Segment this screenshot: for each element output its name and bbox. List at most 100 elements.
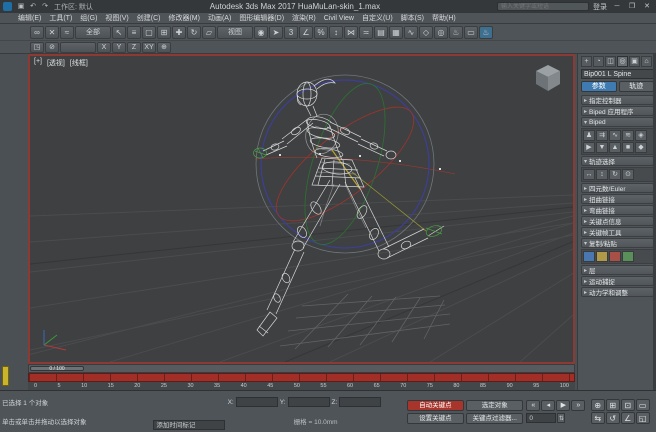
move-pivot-button[interactable]: ◆: [635, 142, 647, 153]
selection-lock-icon[interactable]: ⊘: [45, 42, 59, 53]
tab-hierarchy[interactable]: ◫: [605, 56, 616, 67]
time-slider-handle[interactable]: 0 / 100: [30, 366, 84, 371]
rendered-frame-icon[interactable]: ▭: [464, 26, 478, 39]
key-filters-button[interactable]: 关键点过滤器...: [466, 413, 523, 424]
time-tag-field[interactable]: 添加时间标记: [153, 420, 224, 430]
named-selection-sets-dropdown[interactable]: [60, 42, 96, 53]
zoom-icon[interactable]: ⊕: [591, 399, 605, 411]
schematic-view-icon[interactable]: ◇: [419, 26, 433, 39]
axis-constraint-z-icon[interactable]: Z: [127, 42, 141, 53]
auto-key-button[interactable]: 自动关键点: [407, 400, 464, 411]
layer-manager-icon[interactable]: ▤: [374, 26, 388, 39]
render-setup-icon[interactable]: ♨: [449, 26, 463, 39]
coordinate-y-field[interactable]: [288, 397, 330, 407]
undo-icon[interactable]: ↶: [28, 2, 38, 12]
window-crossing-icon[interactable]: ⊞: [157, 26, 171, 39]
frame-spinner[interactable]: ⇅: [557, 413, 565, 423]
rollout-quaternion-euler[interactable]: ▸四元数/Euler: [581, 183, 654, 193]
graphite-ribbon-icon[interactable]: ▦: [389, 26, 403, 39]
motion-flow-mode-button[interactable]: ∿: [609, 130, 621, 141]
copy-collection-button[interactable]: [583, 251, 595, 262]
paste-posture-button[interactable]: [609, 251, 621, 262]
load-file-button[interactable]: ▼: [596, 142, 608, 153]
select-and-scale-icon[interactable]: ▱: [202, 26, 216, 39]
select-and-manipulate-icon[interactable]: ➤: [269, 26, 283, 39]
menu-item[interactable]: 动画(A): [204, 13, 235, 23]
material-editor-icon[interactable]: ◎: [434, 26, 448, 39]
select-and-link-icon[interactable]: ∞: [30, 26, 44, 39]
mixer-mode-button[interactable]: ≋: [622, 130, 634, 141]
rollout-key-info[interactable]: ▸关键点信息: [581, 216, 654, 226]
selection-filter-dropdown[interactable]: 全部: [75, 26, 111, 39]
select-and-rotate-icon[interactable]: ↻: [187, 26, 201, 39]
menu-item[interactable]: 视图(V): [101, 13, 132, 23]
snaps-toggle-icon[interactable]: 3: [284, 26, 298, 39]
selected-filter-dropdown[interactable]: 选定对象: [466, 400, 523, 411]
go-to-end-button[interactable]: »: [571, 400, 585, 411]
spinner-snap-icon[interactable]: ↕: [329, 26, 343, 39]
menu-item[interactable]: 修改器(M): [164, 13, 204, 23]
select-by-name-icon[interactable]: ≡: [127, 26, 141, 39]
viewport-canvas[interactable]: [30, 56, 573, 362]
app-logo-icon[interactable]: [3, 2, 12, 11]
close-button[interactable]: ✕: [641, 2, 653, 12]
field-of-view-icon[interactable]: ∠: [621, 412, 635, 424]
menu-item[interactable]: 创建(C): [133, 13, 165, 23]
move-all-mode-button[interactable]: ◈: [635, 130, 647, 141]
unlink-selection-icon[interactable]: ✕: [45, 26, 59, 39]
menu-item[interactable]: 编辑(E): [14, 13, 45, 23]
viewport-shading-label[interactable]: [线框]: [70, 58, 88, 68]
rollout-layers[interactable]: ▸层: [581, 265, 654, 275]
rollout-bend-links[interactable]: ▸弯曲链接: [581, 205, 654, 215]
rollout-assign-controller[interactable]: ▸指定控制器: [581, 95, 654, 105]
biped-playback-button[interactable]: ▶: [583, 142, 595, 153]
figure-mode-button[interactable]: ♟: [583, 130, 595, 141]
body-horizontal-button[interactable]: ↔: [583, 169, 595, 180]
reference-coordinate-dropdown[interactable]: 视图: [217, 26, 253, 39]
timeline-marker[interactable]: [2, 366, 9, 386]
view-cube[interactable]: [533, 62, 563, 97]
parameters-button[interactable]: 参数: [581, 81, 617, 92]
zoom-extents-icon[interactable]: ⊡: [621, 399, 635, 411]
isolate-selection-icon[interactable]: ◳: [30, 42, 44, 53]
axis-constraint-x-icon[interactable]: X: [97, 42, 111, 53]
body-vertical-button[interactable]: ↕: [596, 169, 608, 180]
tab-modify[interactable]: ◔: [593, 56, 604, 67]
rollout-biped-apps[interactable]: ▸Biped 应用程序: [581, 106, 654, 116]
sign-in-button[interactable]: 登录: [593, 2, 607, 12]
menu-item[interactable]: 图形编辑器(D): [235, 13, 288, 23]
orbit-icon[interactable]: ↺: [606, 412, 620, 424]
current-frame-field[interactable]: 0: [526, 413, 556, 423]
select-and-move-icon[interactable]: ✚: [172, 26, 186, 39]
selected-object-name[interactable]: Bip001 L Spine: [581, 69, 654, 79]
maximize-button[interactable]: ❐: [626, 2, 638, 12]
play-button[interactable]: ▶: [556, 400, 570, 411]
previous-frame-button[interactable]: ◂: [541, 400, 555, 411]
minimize-button[interactable]: ─: [611, 2, 623, 12]
convert-button[interactable]: ■: [622, 142, 634, 153]
footstep-mode-button[interactable]: ⇉: [596, 130, 608, 141]
go-to-start-button[interactable]: «: [526, 400, 540, 411]
angle-snap-icon[interactable]: ∠: [299, 26, 313, 39]
copy-posture-button[interactable]: [596, 251, 608, 262]
save-file-button[interactable]: ▲: [609, 142, 621, 153]
select-object-icon[interactable]: ↖: [112, 26, 126, 39]
lock-com-keying-button[interactable]: ⊙: [622, 169, 634, 180]
zoom-all-icon[interactable]: ⊞: [606, 399, 620, 411]
render-icon[interactable]: ♨: [479, 26, 493, 39]
rollout-track-selection[interactable]: ▾轨迹选择: [581, 156, 654, 166]
menu-item[interactable]: 自定义(U): [358, 13, 397, 23]
rollout-biped[interactable]: ▾Biped: [581, 117, 654, 127]
curve-editor-icon[interactable]: ∿: [404, 26, 418, 39]
rectangular-selection-icon[interactable]: ▢: [142, 26, 156, 39]
align-icon[interactable]: ≍: [359, 26, 373, 39]
set-key-button[interactable]: 设置关键点: [407, 413, 464, 424]
menu-item[interactable]: 工具(T): [45, 13, 76, 23]
paste-opposite-button[interactable]: [622, 251, 634, 262]
body-rotation-button[interactable]: ↻: [609, 169, 621, 180]
rollout-motion-capture[interactable]: ▸运动捕捉: [581, 276, 654, 286]
coordinate-x-field[interactable]: [236, 397, 278, 407]
redo-icon[interactable]: ↷: [40, 2, 50, 12]
menu-item[interactable]: 帮助(H): [428, 13, 460, 23]
rollout-copy-paste[interactable]: ▾复制/粘贴: [581, 238, 654, 248]
